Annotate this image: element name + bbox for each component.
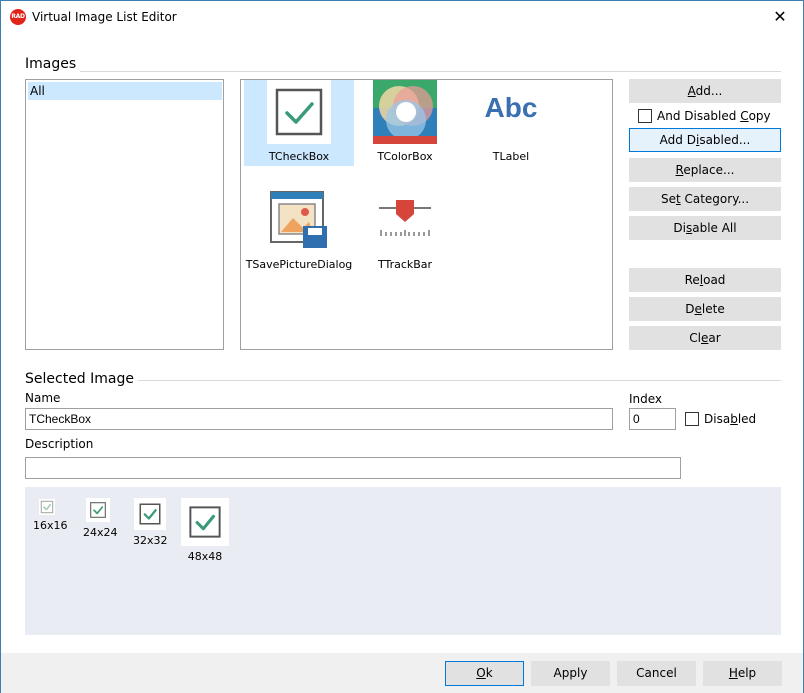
reload-button[interactable]: Reload [629,268,781,292]
image-item-tcheckbox[interactable]: TCheckBox [244,80,354,166]
save-picture-dialog-icon [267,188,331,252]
disabled-checkbox[interactable] [685,412,699,426]
index-field[interactable] [629,408,676,430]
dialog-footer: Ok Apply Cancel Help [1,653,803,693]
cancel-button[interactable]: Cancel [617,661,696,686]
close-button[interactable]: ✕ [757,1,803,32]
checkbox-icon [181,498,229,546]
window-title: Virtual Image List Editor [32,10,177,24]
image-list[interactable]: TCheckBox TColorBox Abc TLabel TSavePict… [240,79,613,350]
preview-panel: 16x16 24x24 32x32 48x48 [25,487,781,635]
preview-size-label: 48x48 [187,550,223,563]
disabled-label[interactable]: Disabled [704,412,756,426]
selected-image-group-label: Selected Image [25,371,138,387]
dialog-window: RAD Virtual Image List Editor ✕ Images A… [0,0,804,693]
trackbar-icon [373,188,437,252]
title-bar: RAD Virtual Image List Editor ✕ [1,1,803,32]
preview-size-label: 32x32 [133,534,168,547]
index-label: Index [629,392,663,406]
name-label: Name [25,391,61,405]
replace-button[interactable]: Replace... [629,158,781,182]
image-caption: TCheckBox [268,150,330,163]
images-group-divider [25,71,781,72]
image-item-tsavepicturedialog[interactable]: TSavePictureDialog [244,188,354,274]
preview-24: 24x24 [83,498,118,539]
image-item-ttrackbar[interactable]: TTrackBar [350,188,460,274]
name-field[interactable] [25,408,613,430]
disable-all-button[interactable]: Disable All [629,216,781,240]
checkbox-icon [39,499,55,515]
delete-button[interactable]: Delete [629,297,781,321]
image-item-tcolorbox[interactable]: TColorBox [350,80,460,166]
preview-size-label: 24x24 [83,526,118,539]
checkbox-icon [134,498,166,530]
category-item-all[interactable]: All [28,82,222,100]
close-icon: ✕ [773,7,787,26]
set-category-button[interactable]: Set Category... [629,187,781,211]
preview-48: 48x48 [181,498,229,563]
add-disabled-button[interactable]: Add Disabled... [629,128,781,152]
image-item-tlabel[interactable]: Abc TLabel [456,80,566,166]
apply-button[interactable]: Apply [531,661,610,686]
category-list[interactable]: All [25,79,224,350]
clear-button[interactable]: Clear [629,326,781,350]
image-caption: TTrackBar [377,258,433,271]
selected-image-group-divider [25,380,781,381]
label-abc-icon: Abc [484,92,538,123]
image-caption: TLabel [492,150,530,163]
description-label: Description [25,437,94,451]
and-disabled-copy-label[interactable]: And Disabled Copy [657,109,771,123]
checkbox-icon [267,80,331,144]
description-field[interactable] [25,457,681,479]
add-button[interactable]: Add... [629,79,781,103]
colorbox-icon [373,80,437,144]
ok-button[interactable]: Ok [445,661,524,686]
help-button[interactable]: Help [703,661,782,686]
checkbox-icon [86,498,110,522]
rad-app-icon: RAD [10,9,26,25]
images-group-label: Images [25,56,81,72]
image-caption: TColorBox [377,150,433,163]
preview-16: 16x16 [33,499,68,532]
preview-size-label: 16x16 [33,519,68,532]
and-disabled-copy-checkbox[interactable] [638,109,652,123]
image-caption: TSavePictureDialog [245,258,353,271]
preview-32: 32x32 [133,498,168,547]
